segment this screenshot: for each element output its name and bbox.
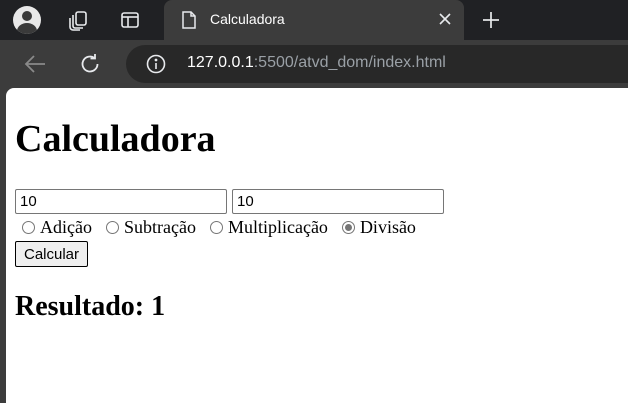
site-info-icon[interactable] <box>146 54 166 79</box>
radio-label-divisao: Divisão <box>359 217 416 237</box>
tab-search-icon[interactable] <box>115 5 145 35</box>
url-text: 127.0.0.1:5500/atvd_dom/index.html <box>187 54 446 72</box>
radio-divisao[interactable] <box>341 221 355 234</box>
address-bar[interactable]: 127.0.0.1:5500/atvd_dom/index.html <box>126 45 628 83</box>
operation-options: Adição Subtração Multiplicação Divisão <box>20 217 428 238</box>
radio-multiplicacao[interactable] <box>209 221 223 234</box>
url-host: 127.0.0.1 <box>187 54 254 71</box>
tab-groups-icon[interactable] <box>63 5 93 35</box>
radio-label-multiplicacao: Multiplicação <box>227 217 328 237</box>
second-number-input[interactable] <box>232 189 444 214</box>
active-tab[interactable]: Calculadora <box>164 0 464 40</box>
new-tab-icon[interactable] <box>478 7 504 33</box>
first-number-input[interactable] <box>15 189 227 214</box>
profile-avatar-icon[interactable] <box>12 5 42 35</box>
tab-title: Calculadora <box>210 11 285 27</box>
calculate-button[interactable]: Calcular <box>15 241 89 267</box>
radio-label-adicao: Adição <box>40 217 92 237</box>
result-text: Resultado: 1 <box>15 291 166 322</box>
radio-subtracao[interactable] <box>105 221 119 234</box>
back-arrow-icon[interactable] <box>22 51 48 77</box>
radio-label-subtracao: Subtração <box>123 217 196 237</box>
page-document-icon <box>181 11 197 34</box>
reload-icon[interactable] <box>77 51 103 77</box>
page-content: Calculadora Adição Subtração Multiplicaç… <box>6 88 628 403</box>
page-title: Calculadora <box>15 118 216 160</box>
url-path: :5500/atvd_dom/index.html <box>253 54 446 71</box>
close-tab-icon[interactable] <box>434 8 456 30</box>
radio-adicao[interactable] <box>22 221 35 234</box>
browser-tab-bar: Calculadora <box>0 0 628 40</box>
